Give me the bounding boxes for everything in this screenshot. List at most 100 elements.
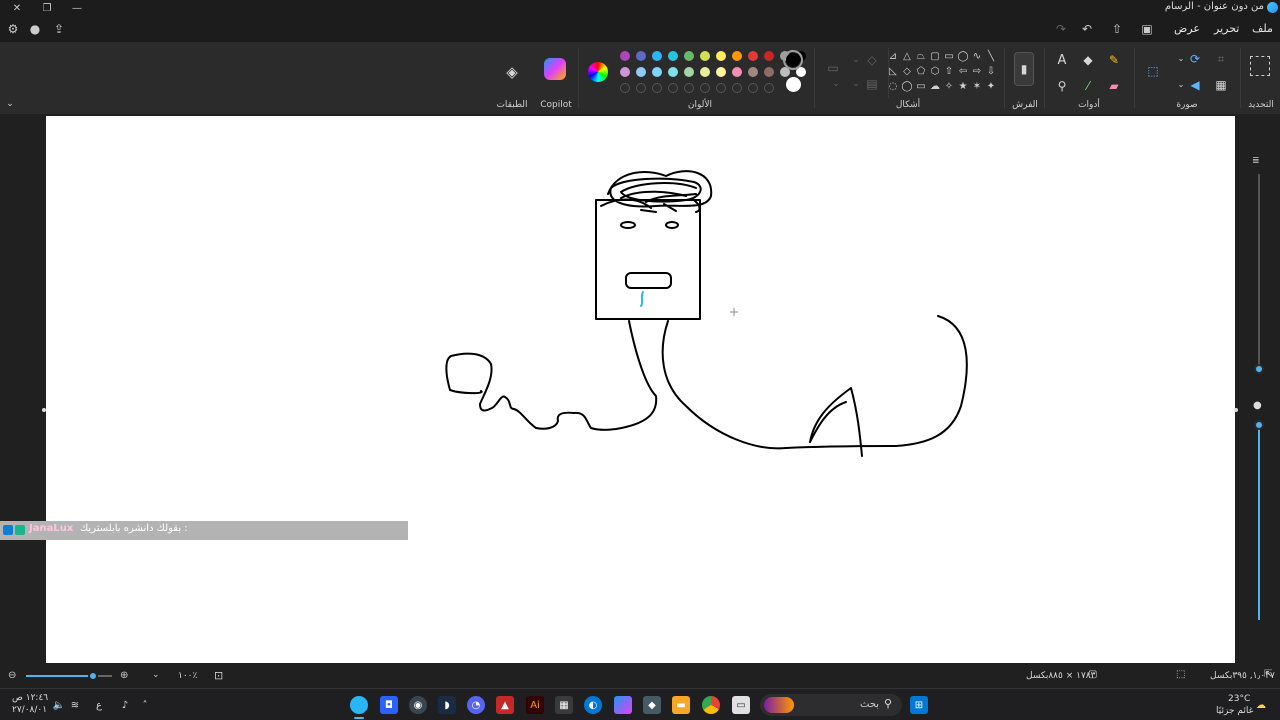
rotate-icon[interactable]: ⟳	[1188, 52, 1202, 66]
microphone-icon[interactable]: ♪	[116, 696, 134, 714]
task-view-icon[interactable]: ▭	[732, 696, 750, 714]
undo-icon[interactable]: ↶	[1078, 20, 1096, 38]
shape-option-icon[interactable]: ⇨	[971, 65, 983, 77]
layers-icon[interactable]: ◈	[502, 62, 522, 82]
edge-icon[interactable]: ◐	[584, 696, 602, 714]
shape-option-icon[interactable]: ╲	[985, 50, 997, 62]
opacity-track[interactable]	[1258, 424, 1260, 620]
chrome-icon[interactable]	[702, 696, 720, 714]
app-icon[interactable]: ◘	[380, 696, 398, 714]
color-swatch[interactable]	[732, 67, 742, 77]
brush-size-track[interactable]	[1258, 174, 1260, 364]
flip-icon[interactable]: ◀	[1188, 78, 1202, 92]
app-icon[interactable]: ◆	[643, 696, 661, 714]
shape-option-icon[interactable]: ⏢	[915, 50, 927, 62]
text-tool-icon[interactable]: A	[1054, 52, 1070, 68]
pencil-icon[interactable]: ✎	[1106, 52, 1122, 68]
shape-option-icon[interactable]: ✦	[985, 80, 997, 92]
shape-option-icon[interactable]: ▭	[915, 80, 927, 92]
color-swatch[interactable]	[716, 51, 726, 61]
flip-dropdown-chevron-icon[interactable]: ⌄	[1176, 78, 1186, 90]
color-swatch[interactable]	[732, 51, 742, 61]
zoom-dropdown-chevron-icon[interactable]: ⌄	[152, 670, 160, 680]
weather-cloud-sun-icon[interactable]: ☁	[1252, 696, 1270, 714]
color-swatch[interactable]	[636, 51, 646, 61]
secondary-color-swatch[interactable]	[786, 77, 801, 92]
discord-icon[interactable]: ◔	[467, 696, 485, 714]
shape-option-icon[interactable]: ⇦	[957, 65, 969, 77]
outline-dropdown-chevron-icon[interactable]: ⌄	[850, 54, 862, 66]
custom-color-slot[interactable]	[748, 83, 758, 93]
shape-option-icon[interactable]: ◇	[901, 65, 913, 77]
color-picker-icon[interactable]: ⁄	[1080, 78, 1096, 94]
steam-icon[interactable]: ◗	[438, 696, 456, 714]
rotate-dropdown-chevron-icon[interactable]: ⌄	[1176, 52, 1186, 64]
settings-gear-icon[interactable]: ⚙	[4, 20, 22, 38]
maximize-icon[interactable]: ❐	[32, 0, 62, 16]
menu-view[interactable]: عرض	[1174, 22, 1200, 35]
shape-option-icon[interactable]: ◯	[901, 80, 913, 92]
custom-color-slot[interactable]	[716, 83, 726, 93]
illustrator-icon[interactable]: Ai	[526, 696, 544, 714]
color-swatch[interactable]	[684, 51, 694, 61]
shape-option-icon[interactable]: ▭	[943, 50, 955, 62]
crop-icon[interactable]: ⌗	[1214, 52, 1228, 66]
primary-color-swatch[interactable]	[783, 50, 803, 70]
color-swatch[interactable]	[684, 67, 694, 77]
share-icon[interactable]: ⇪	[50, 20, 68, 38]
brush-size-thumb[interactable]	[1254, 364, 1264, 374]
custom-color-slot[interactable]	[620, 83, 630, 93]
color-swatch[interactable]	[748, 51, 758, 61]
save-icon[interactable]: ▣	[1138, 20, 1156, 38]
color-swatch[interactable]	[700, 67, 710, 77]
color-swatch[interactable]	[620, 67, 630, 77]
custom-color-slot[interactable]	[668, 83, 678, 93]
color-swatch[interactable]	[748, 67, 758, 77]
shape-option-icon[interactable]: ⬠	[915, 65, 927, 77]
color-swatch[interactable]	[620, 51, 630, 61]
resize-icon[interactable]: ▦	[1214, 78, 1228, 92]
minimize-icon[interactable]: —	[62, 0, 92, 16]
eraser-icon[interactable]: ▰	[1106, 78, 1122, 94]
magnifier-icon[interactable]: ⚲	[1054, 78, 1070, 94]
shape-option-icon[interactable]: ⇧	[943, 65, 955, 77]
zoom-out-icon[interactable]: ⊖	[8, 670, 16, 681]
shape-option-icon[interactable]: ☁	[929, 80, 941, 92]
color-swatch[interactable]	[668, 67, 678, 77]
shape-option-icon[interactable]: ◌	[887, 80, 899, 92]
redo-icon[interactable]: ↷	[1052, 20, 1070, 38]
edit-colors-icon[interactable]	[588, 62, 608, 82]
shape-option-icon[interactable]: ✶	[971, 80, 983, 92]
custom-color-slot[interactable]	[652, 83, 662, 93]
shape-option-icon[interactable]: ▢	[929, 50, 941, 62]
clock-date[interactable]: ٢٧/٠٨/٠١	[12, 705, 47, 715]
shape-option-icon[interactable]: ◯	[957, 50, 969, 62]
collapse-ribbon-chevron-icon[interactable]: ⌄	[4, 98, 16, 110]
zoom-slider-track[interactable]	[26, 671, 112, 681]
fill-dropdown-chevron-icon[interactable]: ⌄	[850, 78, 862, 90]
weather-description[interactable]: غائم جزئيًا	[1216, 706, 1253, 716]
account-icon[interactable]: ●	[26, 20, 44, 38]
custom-color-slot[interactable]	[636, 83, 646, 93]
file-explorer-icon[interactable]: ▬	[672, 696, 690, 714]
image-crop-icon[interactable]: ⬚	[1144, 62, 1162, 80]
copilot-taskbar-icon[interactable]	[614, 696, 632, 714]
store-icon[interactable]: ▦	[555, 696, 573, 714]
shape-option-icon[interactable]: ★	[957, 80, 969, 92]
canvas-resize-handle-left[interactable]	[42, 408, 46, 412]
fit-to-window-icon[interactable]: ⊡	[214, 669, 223, 682]
shape-outline-icon[interactable]: ▭	[824, 61, 842, 75]
input-language[interactable]: ع	[90, 696, 108, 714]
windows-start-icon[interactable]: ⊞	[910, 696, 928, 714]
shape-option-icon[interactable]: △	[901, 50, 913, 62]
shape-option-icon[interactable]: ∿	[971, 50, 983, 62]
color-swatch[interactable]	[652, 67, 662, 77]
shape-option-icon[interactable]: ✧	[943, 80, 955, 92]
acrobat-icon[interactable]: ▲	[496, 696, 514, 714]
zoom-slider-thumb[interactable]	[88, 671, 99, 681]
size-dropdown-chevron-icon[interactable]: ⌄	[830, 78, 842, 90]
color-swatch[interactable]	[716, 67, 726, 77]
close-icon[interactable]: ✕	[2, 0, 32, 16]
obs-icon[interactable]: ◉	[409, 696, 427, 714]
zoom-in-icon[interactable]: ⊕	[120, 670, 128, 681]
